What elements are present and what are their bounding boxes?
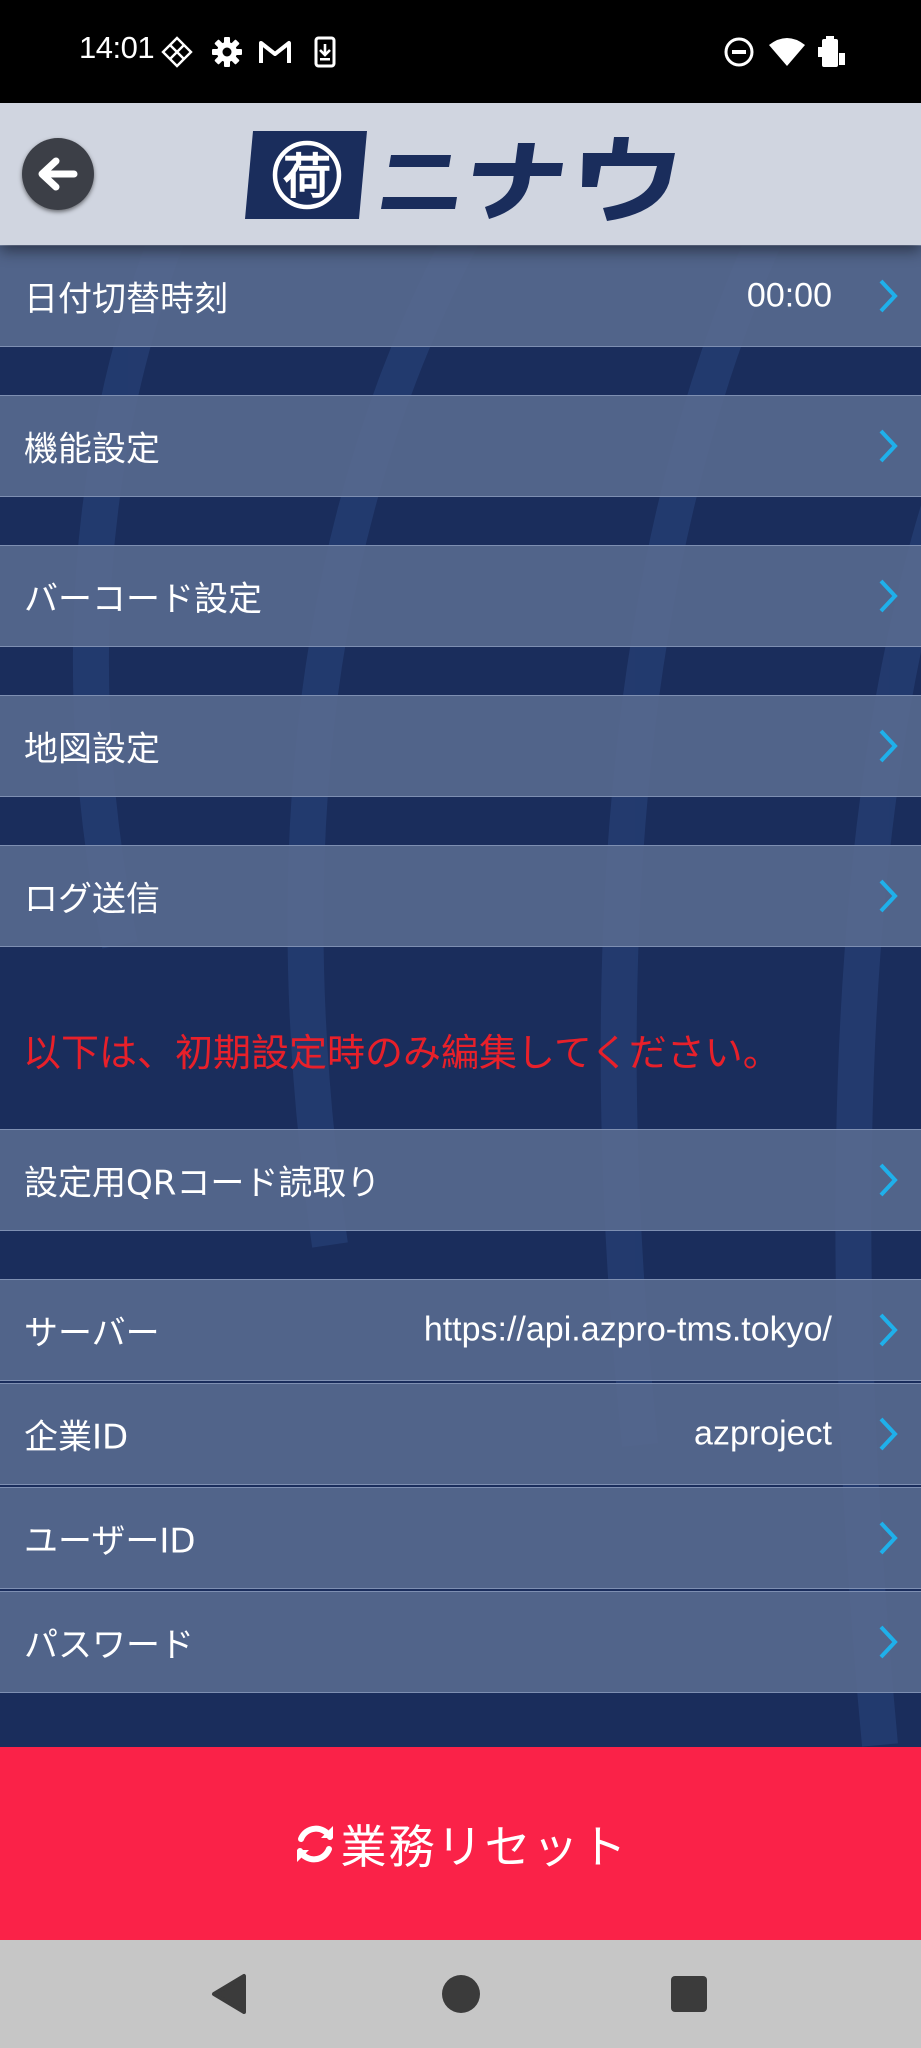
row-label: 日付切替時刻 (24, 279, 228, 320)
company-id-row[interactable]: 企業ID azproject (0, 1383, 921, 1485)
gear-icon (210, 35, 244, 69)
battery-icon (814, 35, 848, 69)
chevron-right-icon (875, 576, 901, 616)
do-not-disturb-icon (722, 35, 756, 69)
password-row[interactable]: パスワード (0, 1591, 921, 1693)
row-label: 企業ID (24, 1417, 129, 1458)
download-phone-icon (308, 35, 342, 69)
chevron-right-icon (875, 1310, 901, 1350)
back-triangle-icon[interactable] (206, 1970, 254, 2018)
business-reset-button[interactable]: 業務リセット (0, 1747, 921, 1940)
barcode-settings-row[interactable]: バーコード設定 (0, 545, 921, 647)
row-value: azproject (694, 1414, 832, 1453)
reset-label: 業務リセット (340, 1819, 629, 1874)
row-label: ユーザーID (24, 1521, 196, 1562)
refresh-icon (293, 1822, 337, 1866)
back-button[interactable] (22, 138, 94, 210)
map-settings-row[interactable]: 地図設定 (0, 695, 921, 797)
server-row[interactable]: サーバー https://api.azpro-tms.tokyo/ (0, 1279, 921, 1381)
chevron-right-icon (875, 1518, 901, 1558)
function-settings-row[interactable]: 機能設定 (0, 395, 921, 497)
qr-code-read-row[interactable]: 設定用QRコード読取り (0, 1129, 921, 1231)
system-nav-bar (0, 1940, 921, 2048)
arrow-left-icon (38, 157, 78, 191)
row-value: 00:00 (746, 276, 832, 315)
home-circle-icon[interactable] (437, 1970, 485, 2018)
app-header: 荷 (0, 103, 921, 245)
chevron-right-icon (875, 276, 901, 316)
row-label: バーコード設定 (24, 579, 262, 620)
chevron-right-icon (875, 726, 901, 766)
row-label: ログ送信 (24, 879, 160, 920)
user-id-row[interactable]: ユーザーID (0, 1487, 921, 1589)
wifi-icon (768, 35, 806, 69)
chevron-right-icon (875, 1622, 901, 1662)
recents-square-icon[interactable] (665, 1970, 713, 2018)
status-bar: 14:01 (0, 0, 921, 103)
status-time: 14:01 (79, 30, 155, 65)
row-label: 地図設定 (24, 729, 160, 770)
chevron-right-icon (875, 426, 901, 466)
ninau-logo: 荷 (243, 123, 683, 227)
chevron-right-icon (875, 1160, 901, 1200)
initial-setup-warning: 以下は、初期設定時のみ編集してください。 (23, 1031, 781, 1075)
log-send-row[interactable]: ログ送信 (0, 845, 921, 947)
row-label: パスワード (24, 1625, 194, 1666)
row-label: 設定用QRコード読取り (24, 1163, 381, 1204)
row-label: サーバー (24, 1313, 160, 1354)
gmail-icon (258, 35, 292, 69)
chevron-right-icon (875, 1414, 901, 1454)
row-label: 機能設定 (24, 429, 160, 470)
row-value: https://api.azpro-tms.tokyo/ (423, 1310, 832, 1349)
chevron-right-icon (875, 876, 901, 916)
date-switch-time-row[interactable]: 日付切替時刻 00:00 (0, 245, 921, 347)
settings-list[interactable]: 日付切替時刻 00:00 機能設定 バーコード設定 地図設定 ログ送信 以下は、… (0, 245, 921, 1747)
diamond-grid-icon (160, 35, 194, 69)
logo-kanji: 荷 (283, 149, 331, 205)
